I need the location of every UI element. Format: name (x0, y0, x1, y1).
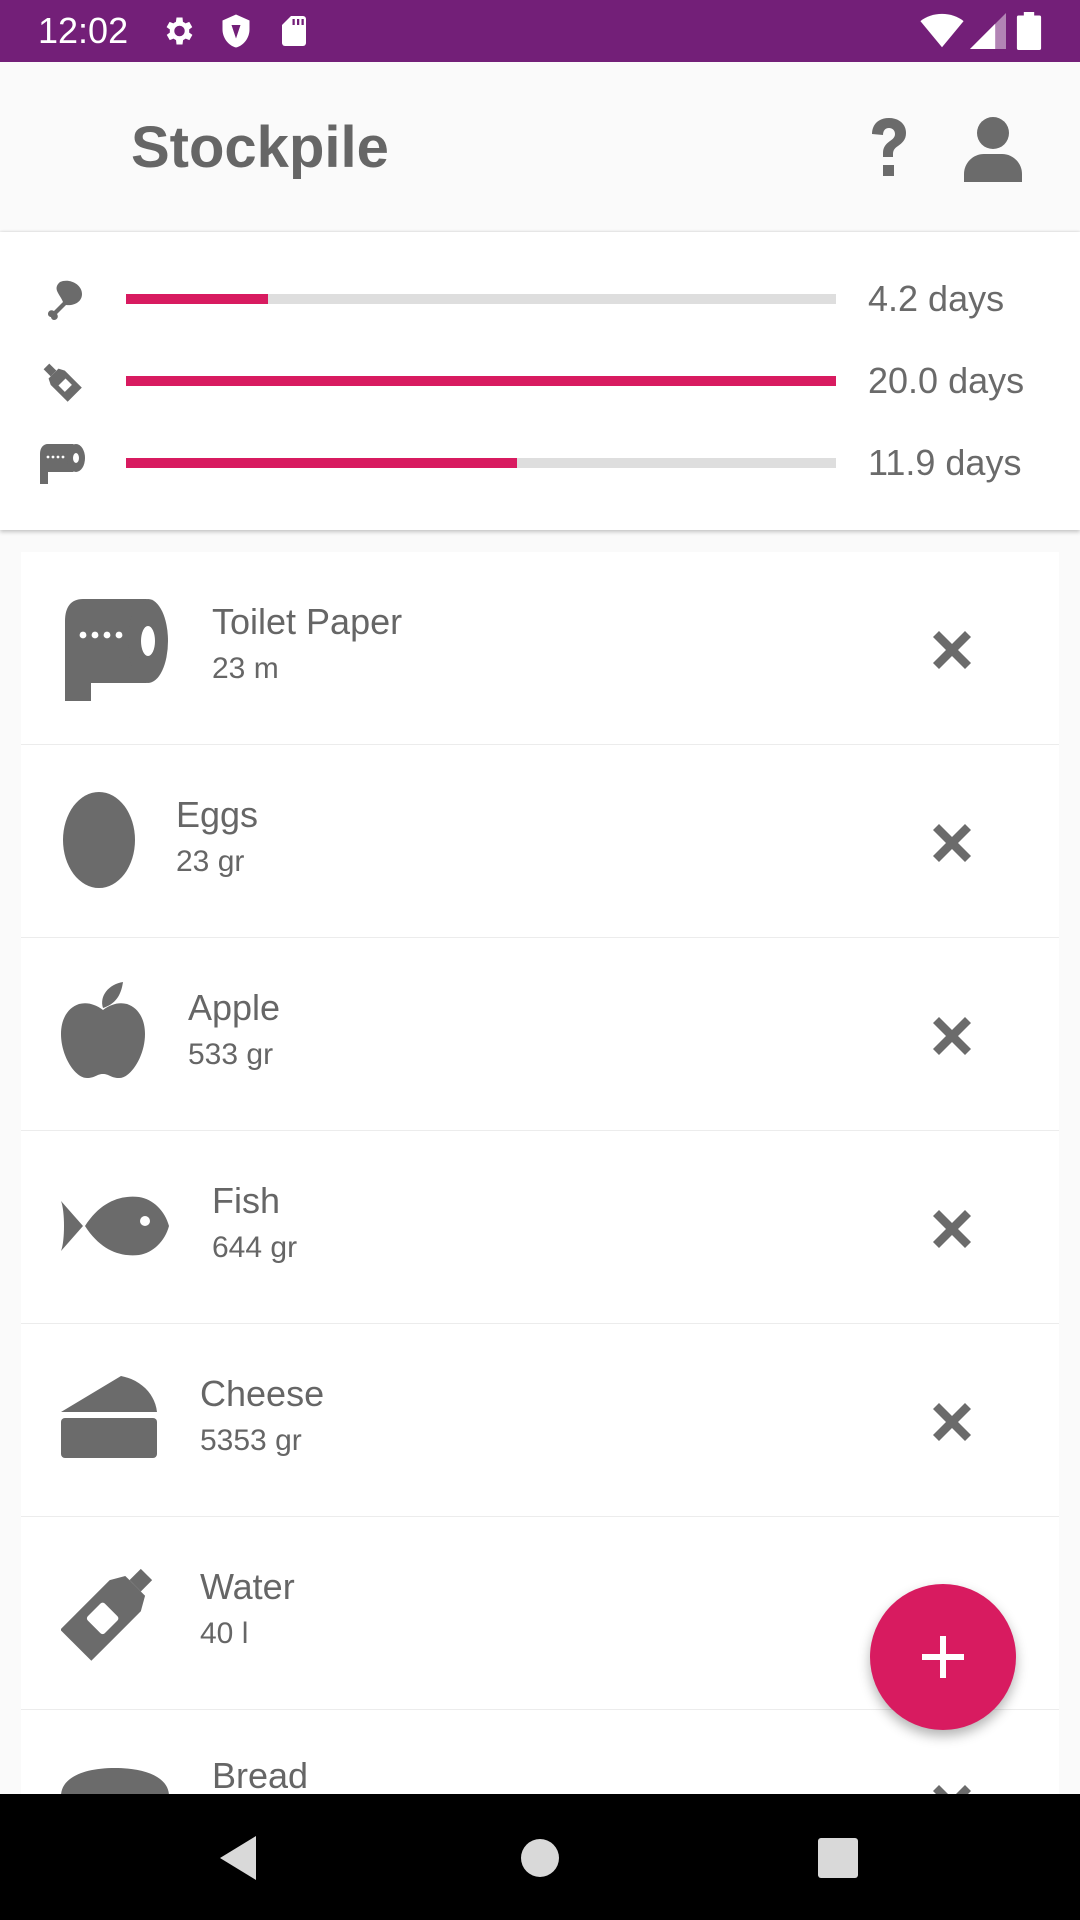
add-item-button[interactable] (870, 1584, 1016, 1730)
list-item[interactable]: Apple 533 gr (21, 938, 1059, 1131)
summary-progress-bar (126, 294, 836, 304)
battery-icon (1016, 12, 1042, 50)
item-quantity: 5353 gr (200, 1424, 302, 1457)
item-name: Apple (188, 987, 281, 1028)
item-name: Eggs (176, 794, 259, 835)
remove-icon[interactable] (927, 818, 977, 868)
summary-row: 20.0 days (0, 350, 1080, 410)
list-item[interactable]: Fish 644 gr (21, 1131, 1059, 1324)
bottle-icon (61, 1568, 153, 1661)
help-button[interactable] (858, 112, 918, 182)
remove-icon[interactable] (927, 1779, 977, 1794)
summary-row: 11.9 days (0, 432, 1080, 492)
list-item[interactable]: Toilet Paper 23 m (21, 552, 1059, 745)
bread-icon (61, 1768, 169, 1794)
list-item[interactable]: Cheese 5353 gr (21, 1324, 1059, 1517)
bottle-icon (43, 363, 82, 402)
status-time: 12:02 (38, 10, 129, 51)
supply-summary-card: 4.2 days 20.0 days 11.9 days (0, 232, 1080, 530)
item-quantity: 23 m (212, 652, 279, 685)
shield-icon (222, 14, 250, 48)
summary-progress-fill (126, 376, 836, 386)
item-name: Toilet Paper (212, 601, 403, 642)
plus-icon (922, 1636, 964, 1678)
item-quantity: 644 gr (212, 1231, 298, 1264)
summary-progress-fill (126, 294, 268, 304)
remove-icon[interactable] (927, 1397, 977, 1447)
back-icon[interactable] (208, 1828, 268, 1888)
item-quantity: 23 gr (176, 845, 245, 878)
summary-days: 4.2 days (868, 278, 1005, 319)
cheese-icon (61, 1376, 157, 1458)
drumstick-icon (48, 280, 82, 320)
apple-icon (61, 982, 145, 1078)
item-quantity: 40 l (200, 1617, 249, 1650)
signal-icon (970, 13, 1006, 49)
item-name: Water (200, 1566, 295, 1607)
item-quantity: 533 gr (188, 1038, 274, 1071)
list-item[interactable]: Eggs 23 gr (21, 745, 1059, 938)
toilet-paper-icon (65, 599, 168, 701)
summary-progress-fill (126, 458, 517, 468)
home-icon[interactable] (510, 1828, 570, 1888)
item-name: Fish (212, 1180, 281, 1221)
item-name: Cheese (200, 1373, 325, 1414)
summary-progress-bar (126, 458, 836, 468)
item-name: Bread (212, 1755, 309, 1794)
summary-days: 20.0 days (868, 360, 1025, 401)
system-nav-bar (0, 1794, 1080, 1920)
remove-icon[interactable] (927, 625, 977, 675)
recents-icon[interactable] (808, 1828, 868, 1888)
account-button[interactable] (962, 116, 1024, 182)
wifi-icon (920, 13, 964, 48)
fish-icon (61, 1196, 169, 1256)
toilet-paper-icon (40, 444, 85, 484)
page-title: Stockpile (131, 115, 389, 180)
sd-card-icon (282, 16, 306, 46)
gear-icon (166, 17, 193, 45)
summary-row: 4.2 days (0, 268, 1080, 328)
account-icon (964, 117, 1022, 182)
help-icon (872, 118, 906, 176)
status-bar: 12:02 (0, 0, 1080, 62)
remove-icon[interactable] (927, 1011, 977, 1061)
summary-days: 11.9 days (868, 442, 1022, 483)
remove-icon[interactable] (927, 1204, 977, 1254)
egg-icon (63, 792, 135, 888)
summary-progress-bar (126, 376, 836, 386)
app-bar: Stockpile (0, 62, 1080, 232)
list-item[interactable]: Bread (21, 1710, 1059, 1794)
